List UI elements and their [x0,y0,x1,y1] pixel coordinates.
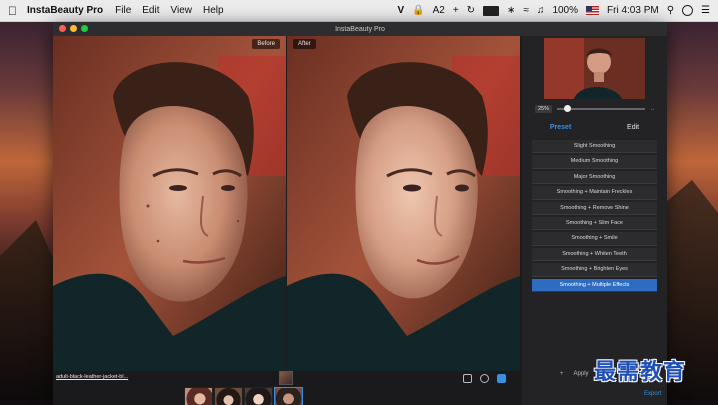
close-button[interactable] [59,25,66,32]
add-icon[interactable]: + [453,5,459,16]
preset-item[interactable]: Major Smoothing [532,170,657,185]
zoom-button[interactable] [81,25,88,32]
preset-list: Slight Smoothing Medium Smoothing Major Sm… [532,140,657,292]
vpn-icon[interactable]: V [397,5,404,16]
wallpaper-ridge-left [0,220,60,400]
navigator-preview-image [544,38,645,99]
menu-edit[interactable]: Edit [142,5,159,16]
app-window: InstaBeauty Pro Before After adult-black… [53,22,667,405]
portrait-after-image [287,36,520,371]
menu-view[interactable]: View [171,5,193,16]
face-detect-icon[interactable] [480,374,489,383]
zoom-slider[interactable] [557,105,645,112]
tab-edit[interactable]: Edit [613,122,653,133]
zoom-control: 25% ↔ [535,104,655,114]
before-label: Before [252,39,280,49]
notification-center-icon[interactable]: ☰ [701,5,710,16]
current-image-thumbnail[interactable] [279,371,293,385]
preset-item[interactable]: Smoothing + Remove Shine [532,201,657,215]
preset-item[interactable]: Smoothing + Smile [532,232,657,246]
bottom-bar: adult-black-leather-jacket-bl... [53,371,521,405]
right-sidebar: 25% ↔ Preset Edit Slight Smoothing Medium… [522,36,667,405]
battery-percent[interactable]: 100% [552,5,578,16]
thumbnail-1[interactable] [184,387,213,405]
thumbnail-strip [184,387,303,405]
zoom-fit-icon[interactable]: ↔ [650,106,655,112]
zoom-value[interactable]: 25% [535,105,553,113]
app-menu[interactable]: InstaBeauty Pro [27,5,103,16]
preset-item[interactable]: Smoothing + Multiple Effects [532,278,657,292]
input-source-flag-icon[interactable] [586,6,600,15]
bluetooth-icon[interactable]: ∗ [507,5,515,16]
window-controls [59,25,88,32]
wifi-icon[interactable]: ≈ [523,5,529,16]
preset-item[interactable]: Slight Smoothing [532,140,657,154]
apple-icon[interactable]:  [8,4,17,18]
apply-button[interactable]: Apply [574,371,589,377]
preset-item[interactable]: Smoothing + Whiten Teeth [532,247,657,262]
history-icon[interactable]: ↻ [467,5,475,16]
display-icon[interactable] [483,5,500,16]
volume-icon[interactable]: ♫ [537,5,545,16]
compare-icon[interactable] [463,374,472,383]
zoom-slider-knob[interactable] [564,105,572,112]
menu-file[interactable]: File [115,5,131,16]
portrait-before-image [53,36,286,371]
split-view-icon[interactable] [497,374,506,383]
add-icon[interactable]: + [560,371,564,377]
export-button[interactable]: Export [644,391,661,397]
before-photo-pane[interactable]: Before [53,36,286,371]
navigator-preview[interactable] [544,38,645,99]
clock[interactable]: Fri 4:03 PM [607,5,659,16]
sidebar-tabs: Preset Edit [522,120,667,134]
apply-row: + Apply [560,371,589,377]
adobe-icon-count: 2 [439,5,445,16]
preset-item[interactable]: Medium Smoothing [532,155,657,169]
view-tools [463,374,506,383]
menu-bar:  InstaBeauty Pro File Edit View Help V … [0,0,718,22]
filename-link[interactable]: adult-black-leather-jacket-bl... [56,374,128,380]
thumbnail-4-selected[interactable] [274,387,303,405]
title-bar: InstaBeauty Pro [53,22,667,36]
status-tray: V 🔒 A2 + ↻ ∗ ≈ ♫ 100% Fri 4:03 PM ⚲ ☰ [397,5,710,16]
after-photo-pane[interactable]: After [287,36,520,371]
menu-help[interactable]: Help [203,5,224,16]
thumbnail-2[interactable] [214,387,243,405]
preset-item[interactable]: Smoothing + Maintain Freckles [532,186,657,200]
minimize-button[interactable] [70,25,77,32]
tab-preset[interactable]: Preset [536,122,585,133]
siri-icon[interactable] [682,5,694,16]
lock-icon[interactable]: 🔒 [412,5,424,16]
window-title: InstaBeauty Pro [335,25,385,33]
adobe-icon[interactable]: A2 [433,5,445,16]
watermark: 最需教育 [594,359,687,385]
search-icon[interactable]: ⚲ [667,5,674,16]
preset-item[interactable]: Smoothing + Brighten Eyes [532,263,657,277]
thumbnail-3[interactable] [244,387,273,405]
preset-item[interactable]: Smoothing + Slim Face [532,216,657,231]
after-label: After [293,39,316,49]
